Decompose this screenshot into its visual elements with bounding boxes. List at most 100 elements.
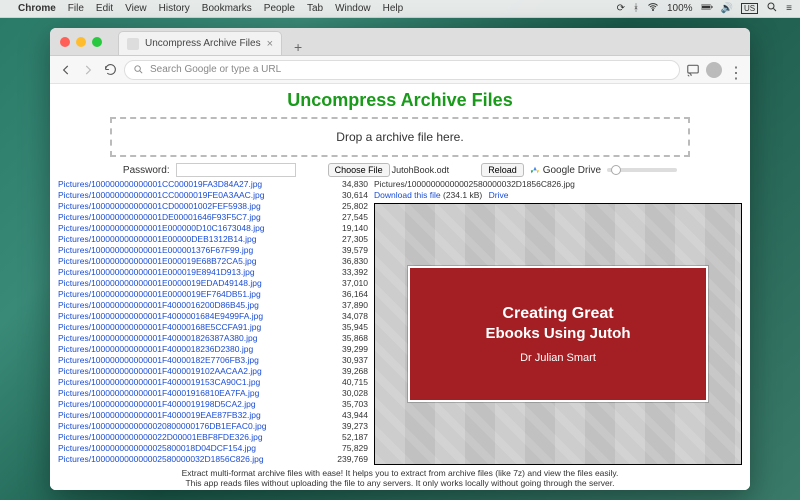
menu-icon[interactable]: ⋮: [728, 63, 742, 77]
file-row: Pictures/100000000000001F400001826387A38…: [58, 333, 368, 344]
file-row: Pictures/100000000000001CC0000019FE0A3AA…: [58, 190, 368, 201]
menubar-item[interactable]: Edit: [96, 3, 113, 14]
controls-bar: Password: Choose File JutohBook.odt Relo…: [50, 161, 750, 179]
back-button[interactable]: [58, 62, 74, 78]
file-row: Pictures/100000000000001E000019E8941D913…: [58, 267, 368, 278]
menubar-menu-icon[interactable]: ≡: [786, 3, 792, 14]
file-link[interactable]: Pictures/100000000000001F4000019198D5CA2…: [58, 399, 256, 410]
file-link[interactable]: Pictures/100000000000001F4000001684E9499…: [58, 311, 263, 322]
google-drive-button[interactable]: Google Drive: [530, 165, 601, 176]
book-author: Dr Julian Smart: [520, 352, 596, 364]
file-size: 35,703: [336, 399, 368, 410]
file-link[interactable]: Pictures/100000000000001CC000019FA3D84A2…: [58, 179, 262, 190]
drop-zone[interactable]: Drop a archive file here.: [110, 117, 690, 157]
file-link[interactable]: Pictures/100000000000001CC0000019FE0A3AA…: [58, 190, 265, 201]
password-input[interactable]: [176, 163, 296, 177]
file-size: 239,769: [331, 454, 368, 465]
file-link[interactable]: Pictures/100000000000001E000001376F67F99…: [58, 245, 253, 256]
menubar-app[interactable]: Chrome: [18, 3, 56, 14]
file-link[interactable]: Pictures/100000000000001F4000018236D2380…: [58, 344, 253, 355]
menubar-item[interactable]: History: [159, 3, 190, 14]
file-link[interactable]: Pictures/100000000000001E0000019EF764DB5…: [58, 289, 261, 300]
cast-icon[interactable]: [686, 63, 700, 77]
spotlight-icon[interactable]: [766, 1, 778, 16]
file-row: Pictures/100000000000001E000019E68B72CA5…: [58, 256, 368, 267]
profile-avatar[interactable]: [706, 62, 722, 78]
window-close-button[interactable]: [60, 37, 70, 47]
file-row: Pictures/1000000000000020800000176DB1EFA…: [58, 421, 368, 432]
browser-window: Uncompress Archive Files × + Search Goog…: [50, 28, 750, 490]
file-row: Pictures/100000000000001F4000019102AACAA…: [58, 366, 368, 377]
drive-link[interactable]: Drive: [489, 190, 509, 200]
menubar-item[interactable]: People: [264, 3, 295, 14]
address-bar[interactable]: Search Google or type a URL: [124, 60, 680, 80]
file-row: Pictures/100000000000001F4000001684E9499…: [58, 311, 368, 322]
file-link[interactable]: Pictures/100000000000001F40001916810EA7F…: [58, 388, 259, 399]
menubar-item[interactable]: View: [125, 3, 147, 14]
choose-file-button[interactable]: Choose File: [328, 163, 390, 177]
file-link[interactable]: Pictures/1000000000000022D00001EBF8FDE32…: [58, 432, 263, 443]
forward-button[interactable]: [80, 62, 96, 78]
titlebar: Uncompress Archive Files × +: [50, 28, 750, 56]
browser-tab[interactable]: Uncompress Archive Files ×: [118, 31, 282, 55]
file-link[interactable]: Pictures/1000000000000025800018D04DCF154…: [58, 443, 256, 454]
file-size: 33,392: [336, 267, 368, 278]
file-link[interactable]: Pictures/100000000000001F4000019102AACAA…: [58, 366, 262, 377]
file-size: 19,140: [336, 223, 368, 234]
sync-icon[interactable]: ⟳: [617, 3, 625, 14]
input-source-icon[interactable]: US: [741, 3, 758, 14]
menubar-item[interactable]: Help: [383, 3, 404, 14]
file-link[interactable]: Pictures/100000000000002580000032D1856C8…: [58, 454, 264, 465]
menubar-item[interactable]: File: [68, 3, 84, 14]
file-row: Pictures/100000000000001F40000182E7706FB…: [58, 355, 368, 366]
file-size: 30,937: [336, 355, 368, 366]
file-link[interactable]: Pictures/100000000000001E000019E68B72CA5…: [58, 256, 257, 267]
file-link[interactable]: Pictures/100000000000001F40000168E5CCFA9…: [58, 322, 261, 333]
file-link[interactable]: Pictures/100000000000001DE00001646F93F5C…: [58, 212, 261, 223]
wifi-icon[interactable]: [647, 1, 659, 16]
bluetooth-icon[interactable]: ᚼ: [633, 3, 639, 14]
file-link[interactable]: Pictures/100000000000001F4000016200D86B4…: [58, 300, 259, 311]
file-row: Pictures/100000000000001CC000019FA3D84A2…: [58, 179, 368, 190]
file-row: Pictures/100000000000001F4000018236D2380…: [58, 344, 368, 355]
new-tab-button[interactable]: +: [288, 39, 308, 55]
file-row: Pictures/100000000000001E0000019EF764DB5…: [58, 289, 368, 300]
file-link[interactable]: Pictures/100000000000001E000000D10C16730…: [58, 223, 265, 234]
volume-icon[interactable]: 🔊: [721, 3, 733, 14]
file-size: 43,944: [336, 410, 368, 421]
file-row: Pictures/100000000000001E000000D10C16730…: [58, 223, 368, 234]
battery-icon[interactable]: [701, 1, 713, 16]
file-link[interactable]: Pictures/100000000000001E000019E8941D913…: [58, 267, 255, 278]
menubar-item[interactable]: Window: [335, 3, 371, 14]
preview-pane: Pictures/10000000000002580000032D1856C82…: [374, 179, 742, 465]
menubar-item[interactable]: Bookmarks: [202, 3, 252, 14]
file-row: Pictures/100000000000001F4000019153CA90C…: [58, 377, 368, 388]
file-link[interactable]: Pictures/100000000000001CD00001002FEF593…: [58, 201, 261, 212]
file-list: Pictures/100000000000001CC000019FA3D84A2…: [58, 179, 368, 465]
window-zoom-button[interactable]: [92, 37, 102, 47]
file-link[interactable]: Pictures/100000000000001F4000019153CA90C…: [58, 377, 260, 388]
book-cover: Creating Great Ebooks Using Jutoh Dr Jul…: [408, 266, 708, 401]
preview-image: Creating Great Ebooks Using Jutoh Dr Jul…: [374, 203, 742, 465]
file-size: 35,945: [336, 322, 368, 333]
window-minimize-button[interactable]: [76, 37, 86, 47]
file-link[interactable]: Pictures/100000000000001E00000DEB1312B14…: [58, 234, 257, 245]
drop-zone-text: Drop a archive file here.: [336, 130, 463, 144]
file-size: 39,299: [336, 344, 368, 355]
menubar-item[interactable]: Tab: [307, 3, 323, 14]
zoom-slider[interactable]: [607, 168, 677, 172]
battery-percent: 100%: [667, 3, 693, 14]
file-link[interactable]: Pictures/100000000000001F4000019EAE87FB3…: [58, 410, 261, 421]
file-link[interactable]: Pictures/100000000000001F40000182E7706FB…: [58, 355, 259, 366]
download-link[interactable]: Download this file: [374, 190, 441, 200]
file-link[interactable]: Pictures/1000000000000020800000176DB1EFA…: [58, 421, 266, 432]
reload-button-page[interactable]: Reload: [481, 163, 524, 177]
file-link[interactable]: Pictures/100000000000001F400001826387A38…: [58, 333, 257, 344]
file-row: Pictures/100000000000001F40000168E5CCFA9…: [58, 322, 368, 333]
google-drive-label: Google Drive: [543, 165, 601, 176]
file-row: Pictures/100000000000001F4000016200D86B4…: [58, 300, 368, 311]
file-link[interactable]: Pictures/100000000000001E0000019EDAD4914…: [58, 278, 262, 289]
reload-button[interactable]: [102, 62, 118, 78]
tab-close-icon[interactable]: ×: [267, 38, 273, 50]
page-title: Uncompress Archive Files: [50, 90, 750, 111]
